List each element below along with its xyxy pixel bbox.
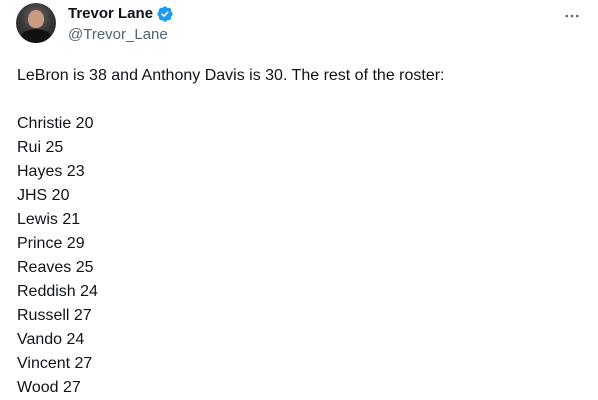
verified-badge-icon (157, 6, 173, 22)
list-item: Reaves 25 (17, 259, 94, 276)
tweet-header: Trevor Lane @Trevor_Lane (68, 4, 174, 45)
name-row: Trevor Lane (68, 4, 174, 24)
list-item: Hayes 23 (17, 163, 85, 180)
author-handle[interactable]: @Trevor_Lane (68, 25, 174, 45)
list-item: Russell 27 (17, 307, 92, 324)
list-item: Lewis 21 (17, 211, 81, 228)
tweet: Trevor Lane @Trevor_Lane LeBron is 38 an… (0, 0, 598, 400)
roster-list: Christie 20 Rui 25 Hayes 23 JHS 20 Lewis… (17, 112, 582, 400)
list-item: Reddish 24 (17, 283, 98, 300)
list-item: Wood 27 (17, 379, 81, 396)
more-dots-icon (565, 14, 579, 18)
list-item: JHS 20 (17, 187, 70, 204)
list-item: Vando 24 (17, 331, 85, 348)
avatar[interactable] (16, 3, 56, 43)
list-item: Vincent 27 (17, 355, 93, 372)
avatar-shirt (20, 29, 52, 43)
list-item: Rui 25 (17, 139, 64, 156)
tweet-text: LeBron is 38 and Anthony Davis is 30. Th… (17, 64, 582, 400)
tweet-intro: LeBron is 38 and Anthony Davis is 30. Th… (17, 67, 445, 84)
avatar-face (28, 10, 44, 28)
more-horizontal-icon[interactable] (562, 6, 582, 26)
author-name[interactable]: Trevor Lane (68, 4, 153, 24)
list-item: Christie 20 (17, 115, 94, 132)
list-item: Prince 29 (17, 235, 85, 252)
